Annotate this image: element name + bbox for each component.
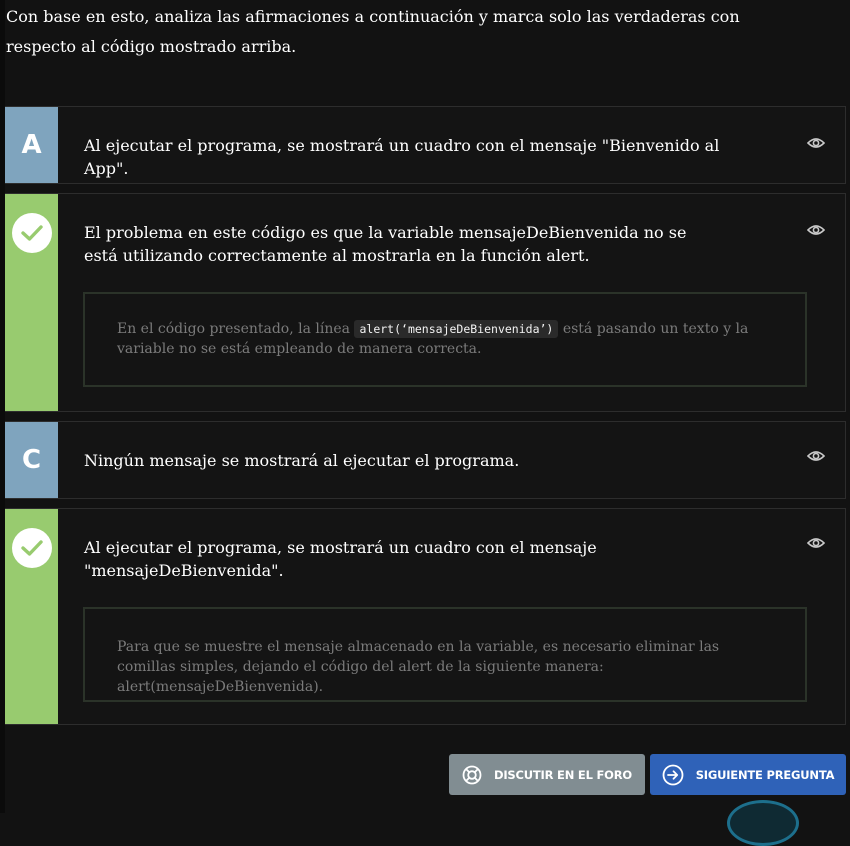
explanation-box: Para que se muestre el mensaje almacenad… <box>83 607 807 702</box>
eye-icon[interactable] <box>807 449 825 463</box>
option-text: Al ejecutar el programa, se mostrará un … <box>84 538 597 580</box>
question-text: Con base en esto, analiza las afirmacion… <box>6 7 740 56</box>
option-text: El problema en este código es que la var… <box>84 223 687 265</box>
correct-badge <box>5 509 58 724</box>
check-icon <box>11 528 52 568</box>
option-letter-badge: A <box>5 107 58 183</box>
explanation-box: En el código presentado, la línea alert(… <box>83 292 807 387</box>
check-icon <box>11 213 52 253</box>
option-a[interactable]: A Al ejecutar el programa, se mostrará u… <box>5 106 846 184</box>
arrow-circle-right-icon <box>662 764 684 785</box>
option-text: Al ejecutar el programa, se mostrará un … <box>84 136 720 178</box>
option-text: Ningún mensaje se mostrará al ejecutar e… <box>84 451 520 470</box>
explanation-text-before: En el código presentado, la línea <box>117 321 351 337</box>
correct-badge <box>5 194 58 411</box>
option-d[interactable]: Al ejecutar el programa, se mostrará un … <box>5 508 846 725</box>
discuss-forum-button[interactable]: DISCUTIR EN EL FORO <box>449 754 645 795</box>
next-question-label: SIGUIENTE PREGUNTA <box>695 767 835 782</box>
option-c[interactable]: C Ningún mensaje se mostrará al ejecutar… <box>5 421 846 499</box>
option-letter-badge: C <box>5 422 58 498</box>
next-question-button[interactable]: SIGUIENTE PREGUNTA <box>650 754 846 795</box>
discuss-forum-label: DISCUTIR EN EL FORO <box>493 767 632 782</box>
eye-icon[interactable] <box>807 136 825 150</box>
eye-icon[interactable] <box>807 223 825 237</box>
inline-code: alert(‘mensajeDeBienvenida’) <box>354 320 559 338</box>
option-b[interactable]: El problema en este código es que la var… <box>5 193 846 412</box>
lifebuoy-icon <box>462 765 482 784</box>
explanation-text: Para que se muestre el mensaje almacenad… <box>117 639 720 695</box>
floating-avatar[interactable] <box>727 800 799 846</box>
eye-icon[interactable] <box>807 536 825 550</box>
